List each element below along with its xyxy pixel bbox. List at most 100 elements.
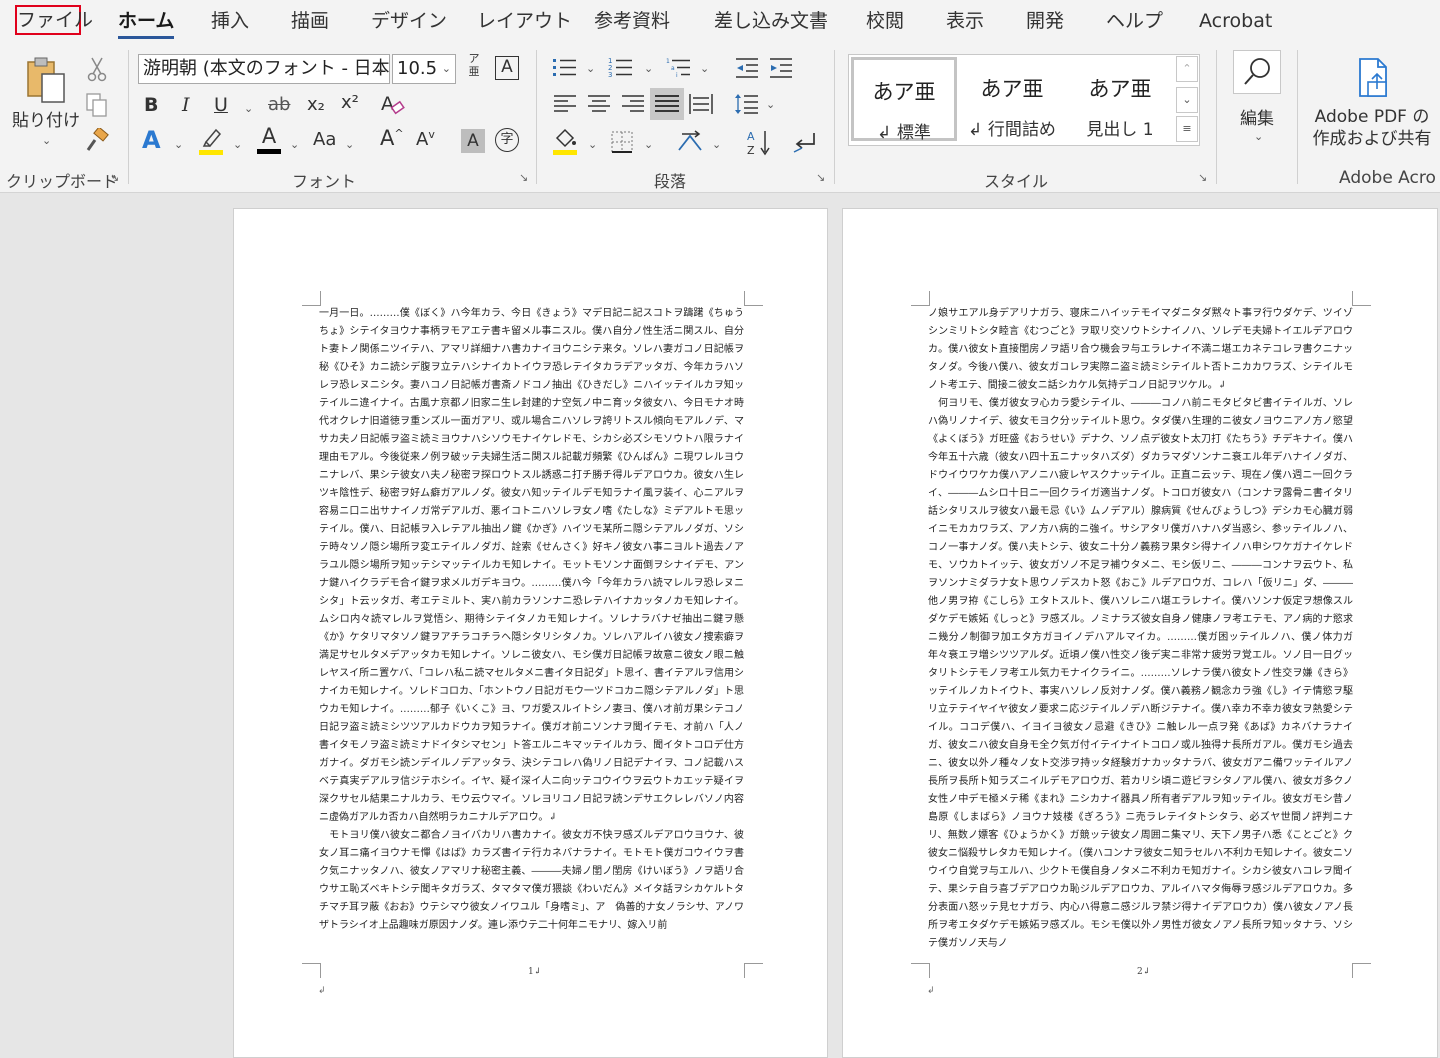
- document-page-1[interactable]: 一月一日。………僕《ぼく》ハ今年カラ、今日《きょう》マデ日記ニ記スコトヲ躊躇《ち…: [233, 208, 828, 1058]
- tab-mailings[interactable]: 差し込み文書: [714, 6, 828, 36]
- justify-icon[interactable]: [650, 88, 684, 120]
- copy-icon[interactable]: [85, 92, 109, 118]
- editing-label[interactable]: 編集: [1240, 104, 1274, 129]
- format-painter-icon[interactable]: [85, 126, 109, 154]
- numbering-dropdown-icon[interactable]: ⌄: [644, 62, 653, 75]
- gallery-scroll-down-icon[interactable]: ⌄: [1176, 87, 1198, 113]
- text-effects-button[interactable]: A: [142, 126, 161, 154]
- highlight-dropdown-icon[interactable]: ⌄: [233, 138, 242, 151]
- multilevel-list-icon[interactable]: 1ai: [666, 56, 692, 80]
- tab-references[interactable]: 参考資料: [594, 6, 670, 36]
- sort-icon[interactable]: AZ: [746, 128, 772, 157]
- crop-mark: [302, 963, 321, 978]
- shading-dropdown-icon[interactable]: ⌄: [588, 138, 597, 151]
- tab-insert[interactable]: 挿入: [211, 6, 249, 36]
- shading-color-bar: [553, 150, 577, 155]
- bullets-icon[interactable]: [552, 56, 578, 80]
- paragraph-dialog-launcher-icon[interactable]: ↘: [816, 172, 828, 184]
- tab-home[interactable]: ホーム: [118, 6, 175, 39]
- editing-dropdown-icon[interactable]: ⌄: [1254, 130, 1263, 143]
- shading-button[interactable]: [552, 126, 578, 156]
- paste-dropdown-icon[interactable]: ⌄: [42, 134, 51, 147]
- font-name-combo[interactable]: 游明朝 (本文のフォント - 日本 ⌄: [138, 54, 390, 84]
- tab-view[interactable]: 表示: [946, 6, 984, 36]
- bullets-dropdown-icon[interactable]: ⌄: [586, 62, 595, 75]
- group-separator: [536, 50, 537, 184]
- font-color-letter: A: [261, 124, 277, 148]
- clipboard-dialog-launcher-icon[interactable]: ↘: [110, 172, 122, 184]
- distributed-icon[interactable]: [688, 92, 714, 116]
- crop-mark: [1352, 963, 1371, 978]
- tab-acrobat[interactable]: Acrobat: [1199, 6, 1272, 36]
- styles-group-label: スタイル: [984, 172, 1049, 191]
- numbering-icon[interactable]: 123: [608, 56, 634, 80]
- tab-help[interactable]: ヘルプ: [1106, 6, 1163, 36]
- borders-dropdown-icon[interactable]: ⌄: [644, 138, 653, 151]
- chevron-down-icon: ⌄: [441, 62, 451, 75]
- align-right-icon[interactable]: [620, 92, 646, 116]
- highlight-button[interactable]: [198, 126, 224, 156]
- editing-button[interactable]: [1233, 50, 1281, 94]
- style-no-spacing[interactable]: あア亜 ↲ 行間詰め: [959, 57, 1065, 141]
- underline-dropdown-icon[interactable]: ⌄: [244, 102, 253, 115]
- subscript-button[interactable]: x₂: [307, 94, 325, 115]
- enclosed-character-button[interactable]: 字: [495, 128, 519, 152]
- tab-developer[interactable]: 開発: [1026, 6, 1064, 36]
- asian-layout-icon[interactable]: [676, 128, 704, 156]
- asian-layout-dropdown-icon[interactable]: ⌄: [712, 138, 721, 151]
- font-name-value: 游明朝 (本文のフォント - 日本: [143, 58, 390, 79]
- font-size-combo[interactable]: 10.5 ⌄: [392, 54, 456, 84]
- tab-draw[interactable]: 描画: [291, 6, 329, 36]
- styles-dialog-launcher-icon[interactable]: ↘: [1198, 172, 1210, 184]
- align-left-icon[interactable]: [552, 92, 578, 116]
- style-normal[interactable]: あア亜 ↲ 標準: [851, 57, 957, 143]
- change-case-dropdown-icon[interactable]: ⌄: [345, 138, 354, 151]
- page-body-text[interactable]: 一月一日。………僕《ぼく》ハ今年カラ、今日《きょう》マデ日記ニ記スコトヲ躊躇《ち…: [319, 305, 744, 955]
- enclose-characters-button[interactable]: A: [495, 56, 519, 80]
- bold-button[interactable]: B: [144, 94, 158, 116]
- borders-icon[interactable]: [610, 130, 634, 154]
- gallery-scroll-up-icon[interactable]: ⌃: [1176, 56, 1198, 82]
- font-color-dropdown-icon[interactable]: ⌄: [290, 138, 299, 151]
- strikethrough-button[interactable]: ab: [268, 94, 290, 115]
- create-pdf-label[interactable]: Adobe PDF の 作成および共有: [1311, 106, 1433, 150]
- search-icon: [1244, 58, 1270, 85]
- page-body-text[interactable]: ノ娘サエアル身デアリナガラ、寝床ニハイッテモイマダニタダ黙々ト事ヲ行ウダケデ、ツ…: [928, 305, 1353, 955]
- tab-file[interactable]: ファイル: [15, 5, 93, 35]
- clear-formatting-icon[interactable]: A: [380, 90, 406, 118]
- underline-button[interactable]: U: [214, 94, 228, 116]
- create-pdf-button[interactable]: [1354, 56, 1394, 102]
- paragraph-mark: ↲: [927, 986, 935, 996]
- increase-indent-icon[interactable]: [768, 56, 794, 80]
- cut-icon[interactable]: [86, 56, 108, 82]
- font-color-button[interactable]: A: [256, 124, 282, 156]
- grow-font-letter: A: [380, 126, 395, 150]
- tab-review[interactable]: 校閲: [866, 6, 904, 36]
- paste-button[interactable]: [24, 56, 68, 104]
- show-formatting-marks-icon[interactable]: [792, 130, 818, 156]
- line-spacing-dropdown-icon[interactable]: ⌄: [766, 98, 775, 111]
- tab-design[interactable]: デザイン: [371, 6, 447, 36]
- font-dialog-launcher-icon[interactable]: ↘: [519, 172, 531, 184]
- multilevel-list-dropdown-icon[interactable]: ⌄: [700, 62, 709, 75]
- paste-label[interactable]: 貼り付け: [12, 106, 80, 131]
- line-spacing-icon[interactable]: [734, 92, 760, 116]
- italic-button[interactable]: I: [182, 94, 190, 116]
- paragraph-mark: ↲: [318, 986, 326, 996]
- shrink-font-button[interactable]: Av: [416, 128, 435, 150]
- grow-font-button[interactable]: A^: [380, 126, 404, 150]
- phonetic-guide-button[interactable]: ア 亜: [462, 52, 486, 78]
- tab-layout[interactable]: レイアウト: [477, 6, 572, 36]
- gallery-more-icon[interactable]: ≡: [1176, 116, 1198, 142]
- font-color-bar: [257, 149, 281, 154]
- text-effects-dropdown-icon[interactable]: ⌄: [174, 138, 183, 151]
- character-shading-button[interactable]: A: [461, 129, 485, 153]
- style-heading-1[interactable]: あア亜 見出し 1: [1067, 57, 1173, 141]
- decrease-indent-icon[interactable]: [734, 56, 760, 80]
- document-page-2[interactable]: ノ娘サエアル身デアリナガラ、寝床ニハイッテモイマダニタダ黙々ト事ヲ行ウダケデ、ツ…: [842, 208, 1438, 1058]
- change-case-button[interactable]: Aa: [313, 129, 336, 150]
- group-separator: [834, 50, 835, 184]
- caret-up-icon: ^: [394, 127, 404, 140]
- superscript-button[interactable]: x²: [341, 92, 359, 113]
- align-center-icon[interactable]: [586, 92, 612, 116]
